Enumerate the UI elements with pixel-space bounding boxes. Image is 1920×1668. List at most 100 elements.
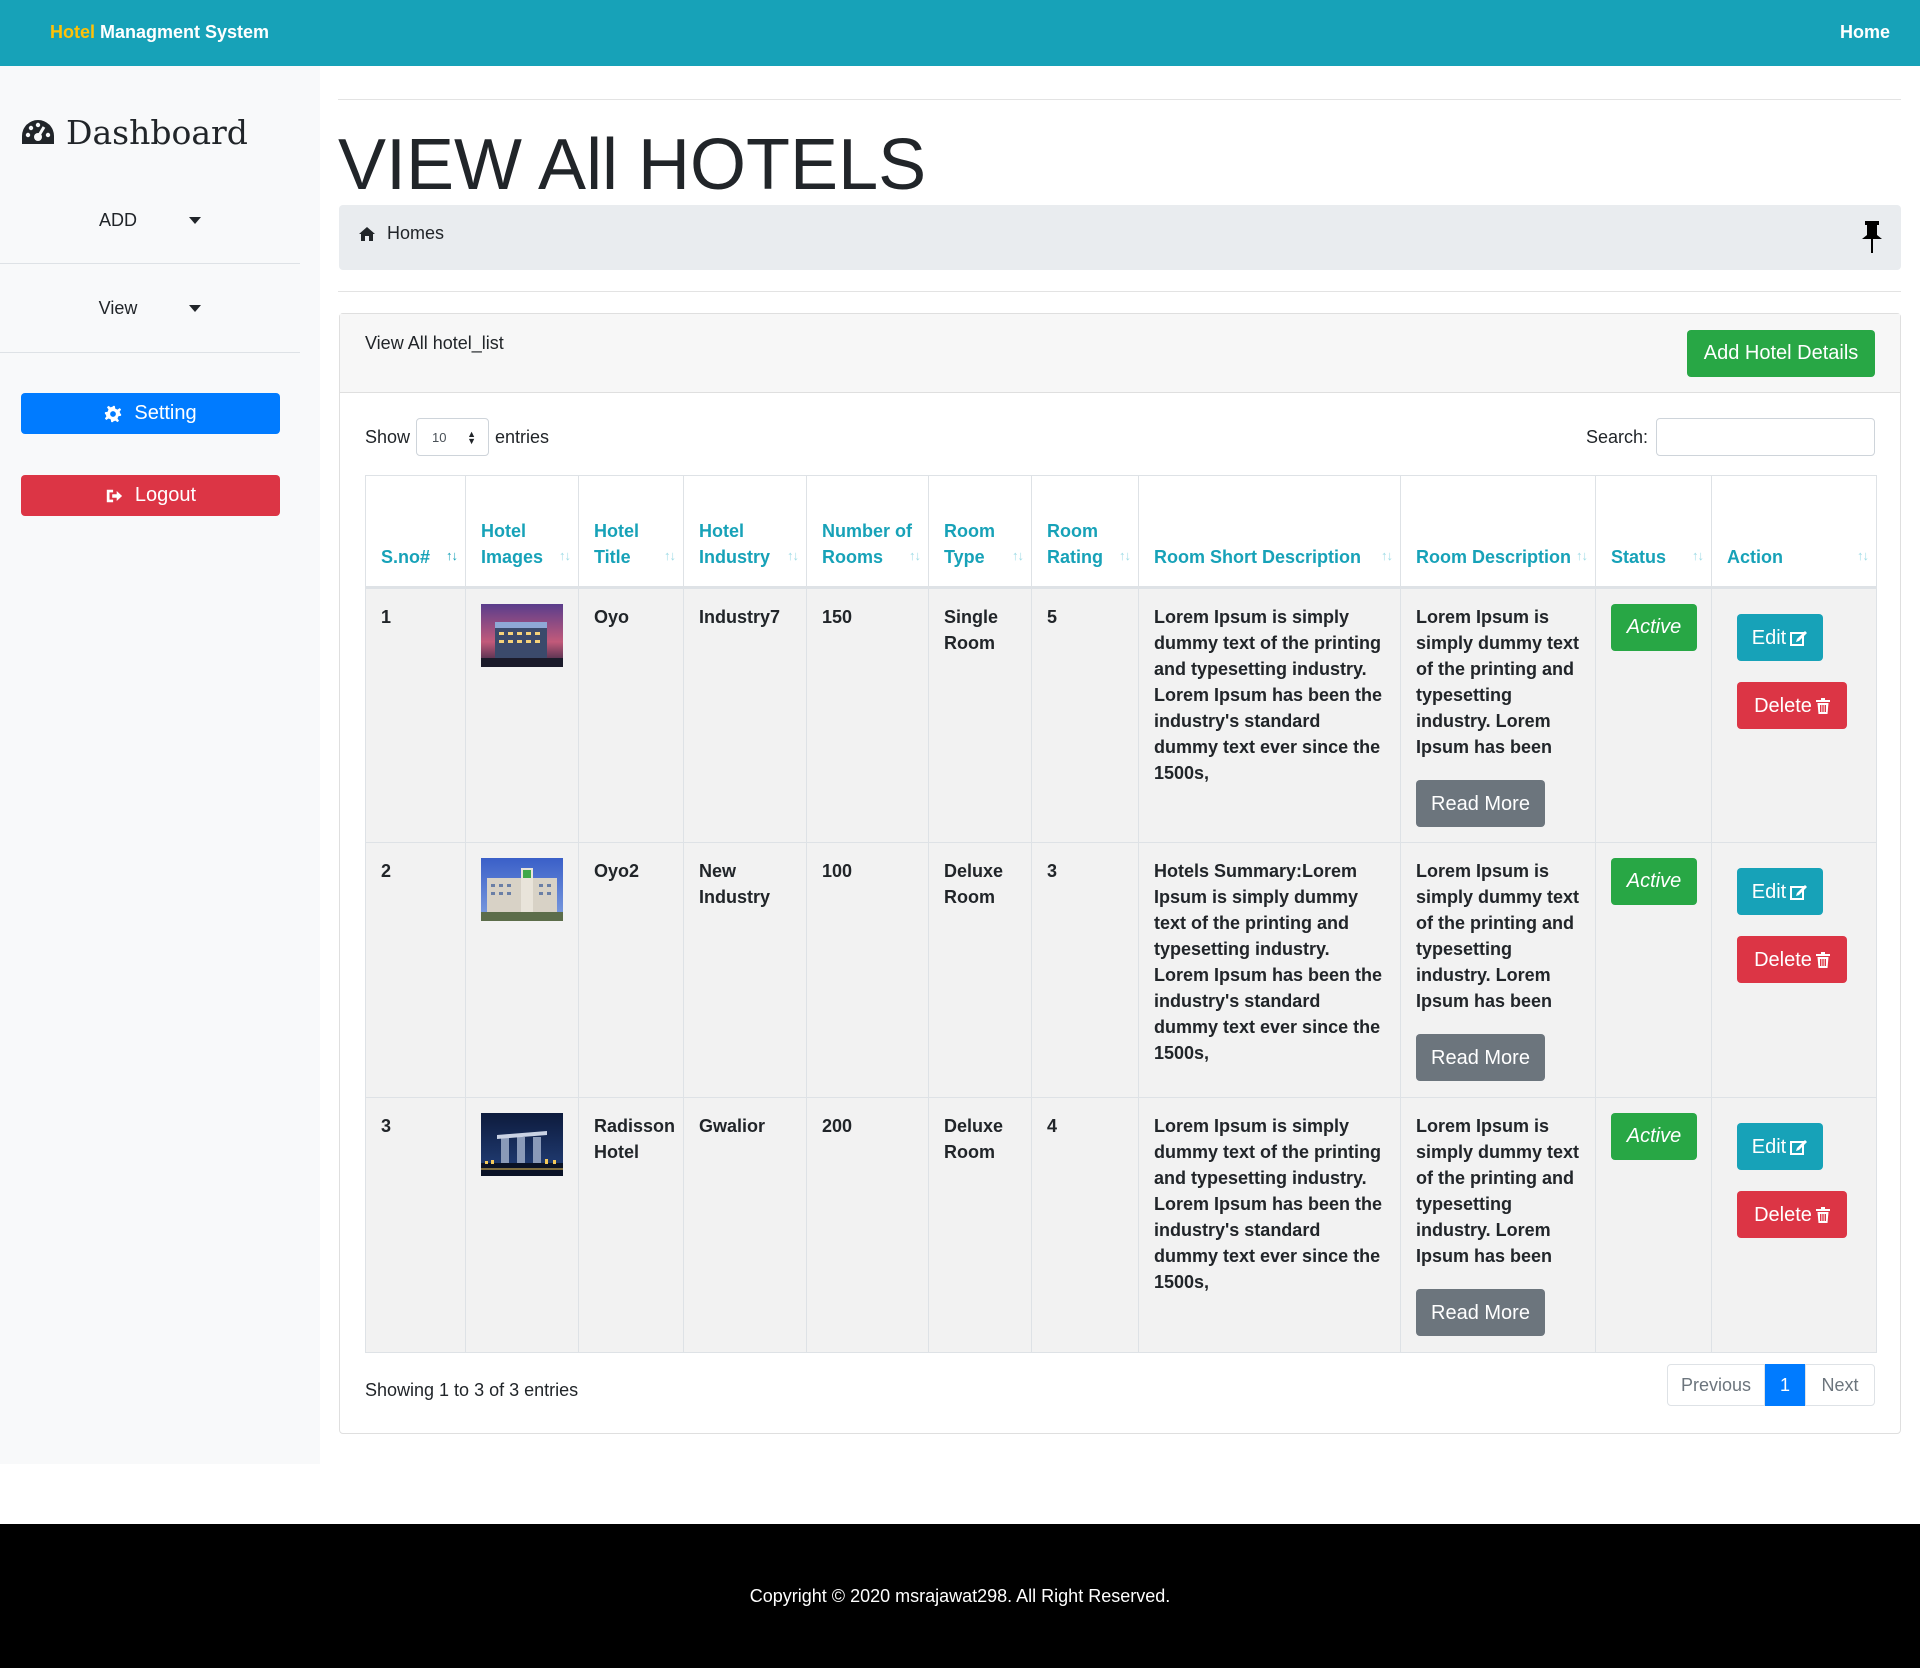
- delete-button[interactable]: Delete: [1737, 936, 1847, 983]
- delete-label: Delete: [1754, 1203, 1812, 1226]
- header-label: S.no#: [381, 547, 431, 567]
- room-description-text: Lorem Ipsum is simply dummy text of the …: [1416, 607, 1580, 757]
- cell-status: Active: [1595, 842, 1712, 1098]
- edit-label: Edit: [1751, 626, 1787, 649]
- header-hotel-images[interactable]: Hotel Images ↑↓: [465, 475, 579, 589]
- sort-icon: ↑↓: [787, 548, 799, 563]
- header-label: Action: [1727, 547, 1783, 567]
- cell-sno: 1: [365, 587, 466, 843]
- sidebar-dropdown-label: View: [98, 297, 138, 318]
- trash-icon: [1815, 697, 1830, 714]
- pagination-next[interactable]: Next: [1805, 1364, 1875, 1406]
- read-more-button[interactable]: Read More: [1416, 1034, 1545, 1081]
- sidebar-title[interactable]: Dashboard: [20, 110, 248, 154]
- add-hotel-button[interactable]: Add Hotel Details: [1687, 330, 1875, 377]
- sort-icon: ↑↓: [1576, 548, 1588, 563]
- card-title: View All hotel_list: [365, 333, 504, 353]
- pin-icon[interactable]: [1861, 221, 1883, 258]
- table-row: 3 Radisson Hotel Gwalior 200 Deluxe Room…: [365, 1097, 1877, 1353]
- status-badge[interactable]: Active: [1611, 858, 1697, 905]
- search-label: Search:: [1585, 426, 1648, 447]
- header-room-short-description[interactable]: Room Short Description ↑↓: [1138, 475, 1401, 589]
- cell-rooms: 200: [806, 1097, 929, 1353]
- sort-icon: ↑↓: [1381, 548, 1393, 563]
- hotel-list-card: View All hotel_list Add Hotel Details Sh…: [339, 313, 1901, 1434]
- header-label: Number of Rooms: [822, 521, 912, 567]
- hotel-image: [481, 858, 563, 921]
- header-room-type[interactable]: Room Type ↑↓: [928, 475, 1032, 589]
- entries-label: entries: [495, 426, 550, 447]
- logout-button[interactable]: Logout: [21, 475, 280, 516]
- cell-hotel-image: [465, 1097, 579, 1353]
- search-input[interactable]: [1656, 418, 1875, 456]
- brand-accent: Hotel: [50, 22, 95, 42]
- logout-label: Logout: [134, 484, 197, 506]
- gear-icon: [105, 405, 122, 422]
- cell-status: Active: [1595, 1097, 1712, 1353]
- header-room-rating[interactable]: Room Rating ↑↓: [1031, 475, 1139, 589]
- home-icon: [359, 226, 375, 241]
- edit-icon: [1790, 630, 1808, 646]
- card-header: View All hotel_list Add Hotel Details: [340, 314, 1900, 393]
- select-arrows-icon: ▲ ▼: [467, 429, 477, 446]
- edit-button[interactable]: Edit: [1737, 614, 1823, 661]
- sidebar-dropdown-label: ADD: [98, 209, 137, 230]
- sidebar-dropdown-view[interactable]: View: [0, 264, 300, 352]
- header-action[interactable]: Action ↑↓: [1711, 475, 1877, 589]
- cell-action: Edit Delete: [1711, 842, 1877, 1098]
- cell-room-rating: 5: [1031, 587, 1139, 843]
- entries-select[interactable]: 10 ▲ ▼: [416, 418, 490, 456]
- header-label: Hotel Title: [594, 521, 639, 567]
- nav-home-link[interactable]: Home: [1840, 22, 1890, 43]
- edit-label: Edit: [1751, 1135, 1787, 1158]
- header-label: Room Description: [1416, 547, 1572, 567]
- cell-short-description: Hotels Summary:Lorem Ipsum is simply dum…: [1138, 842, 1401, 1098]
- read-more-button[interactable]: Read More: [1416, 780, 1545, 827]
- divider: [338, 291, 1901, 292]
- header-status[interactable]: Status ↑↓: [1595, 475, 1712, 589]
- pagination-previous[interactable]: Previous: [1667, 1364, 1765, 1406]
- edit-button[interactable]: Edit: [1737, 868, 1823, 915]
- setting-button[interactable]: Setting: [21, 393, 280, 434]
- table-row: 2 Oyo2 New Industry 100 Deluxe Room 3 Ho…: [365, 842, 1877, 1098]
- table-info: Showing 1 to 3 of 3 entries: [365, 1380, 579, 1400]
- brand-logo[interactable]: Hotel Managment System: [50, 22, 269, 43]
- cell-hotel-image: [465, 587, 579, 843]
- header-label: Room Rating: [1047, 521, 1103, 567]
- cell-hotel-industry: Industry7: [683, 587, 807, 843]
- show-label: Show: [365, 426, 411, 447]
- cell-room-rating: 3: [1031, 842, 1139, 1098]
- setting-label: Setting: [134, 402, 197, 424]
- edit-button[interactable]: Edit: [1737, 1123, 1823, 1170]
- cell-short-description: Lorem Ipsum is simply dummy text of the …: [1138, 587, 1401, 843]
- cell-hotel-title: Radisson Hotel: [578, 1097, 684, 1353]
- header-hotel-title[interactable]: Hotel Title ↑↓: [578, 475, 684, 589]
- status-badge[interactable]: Active: [1611, 604, 1697, 651]
- cell-action: Edit Delete: [1711, 587, 1877, 843]
- cell-room-description: Lorem Ipsum is simply dummy text of the …: [1400, 842, 1596, 1098]
- header-hotel-industry[interactable]: Hotel Industry ↑↓: [683, 475, 807, 589]
- cell-room-type: Single Room: [928, 587, 1032, 843]
- cell-rooms: 150: [806, 587, 929, 843]
- header-label: Room Short Description: [1154, 547, 1362, 567]
- footer-copyright: Copyright © 2020 msrajawat298. All Right…: [749, 1585, 1171, 1606]
- cell-short-description: Lorem Ipsum is simply dummy text of the …: [1138, 1097, 1401, 1353]
- header-room-description[interactable]: Room Description ↑↓: [1400, 475, 1596, 589]
- cell-room-description: Lorem Ipsum is simply dummy text of the …: [1400, 1097, 1596, 1353]
- delete-button[interactable]: Delete: [1737, 682, 1847, 729]
- header-number-of-rooms[interactable]: Number of Rooms ↑↓: [806, 475, 929, 589]
- read-more-button[interactable]: Read More: [1416, 1289, 1545, 1336]
- entries-select-value: 10: [432, 429, 447, 445]
- cell-room-description: Lorem Ipsum is simply dummy text of the …: [1400, 587, 1596, 843]
- breadcrumb-home[interactable]: Homes: [359, 223, 444, 244]
- breadcrumb: Homes: [339, 205, 1901, 270]
- pagination-page-1[interactable]: 1: [1765, 1364, 1805, 1406]
- status-badge[interactable]: Active: [1611, 1113, 1697, 1160]
- header-sno[interactable]: S.no# ↑↓: [365, 475, 466, 589]
- cell-sno: 3: [365, 1097, 466, 1353]
- delete-label: Delete: [1754, 948, 1812, 971]
- footer: Copyright © 2020 msrajawat298. All Right…: [0, 1524, 1920, 1668]
- sidebar-dropdown-add[interactable]: ADD: [0, 176, 300, 264]
- caret-down-icon: [189, 216, 201, 224]
- delete-button[interactable]: Delete: [1737, 1191, 1847, 1238]
